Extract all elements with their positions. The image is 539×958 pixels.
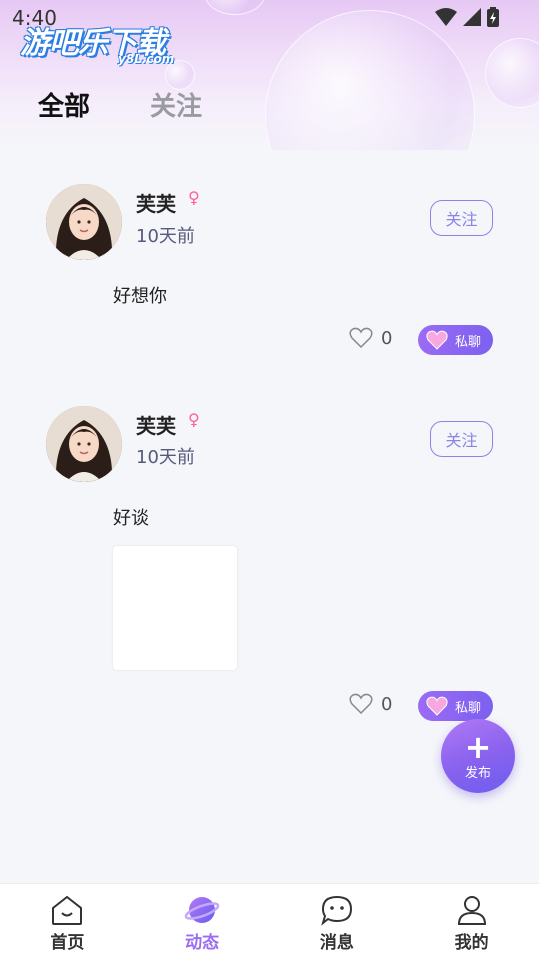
heart-outline-icon — [349, 327, 373, 349]
message-icon — [321, 895, 352, 926]
status-icons — [435, 7, 499, 27]
like-button[interactable]: 0 — [349, 327, 392, 349]
private-chat-button[interactable]: 私聊 — [418, 691, 493, 721]
chat-label: 私聊 — [454, 700, 481, 716]
planet-icon — [184, 897, 220, 923]
feed-tabs: 全部 关注 — [38, 86, 202, 123]
tab-all-label: 全部 — [38, 92, 91, 122]
heart-outline-icon — [349, 693, 373, 715]
post-time: 10天前 — [136, 226, 195, 247]
profile-icon — [457, 896, 486, 925]
like-count: 0 — [381, 327, 393, 349]
publish-label: 发布 — [464, 765, 491, 781]
avatar[interactable] — [46, 184, 122, 260]
follow-button[interactable]: 关注 — [430, 421, 493, 457]
post-content: 好想你 — [113, 286, 167, 307]
nav-profile[interactable]: 我的 — [404, 884, 539, 958]
like-count: 0 — [381, 693, 393, 715]
post-image[interactable] — [113, 546, 237, 670]
username[interactable]: 芙芙 — [136, 188, 176, 217]
username[interactable]: 芙芙 — [136, 410, 176, 439]
private-chat-button[interactable]: 私聊 — [418, 325, 493, 355]
bottom-navigation: 首页 动态 消息 我的 — [0, 883, 539, 958]
wifi-icon — [435, 8, 457, 26]
like-button[interactable]: 0 — [349, 693, 392, 715]
post-content: 好谈 — [113, 508, 149, 529]
nav-home-label: 首页 — [50, 933, 85, 953]
logo-subtext: y8L.com — [118, 52, 175, 66]
nav-messages-label: 消息 — [319, 933, 354, 953]
nav-feed[interactable]: 动态 — [135, 884, 270, 958]
avatar[interactable] — [46, 406, 122, 482]
tab-follow-label: 关注 — [150, 92, 203, 122]
tab-follow[interactable]: 关注 — [150, 86, 202, 123]
chat-label: 私聊 — [454, 334, 481, 350]
female-icon: ♀ — [188, 410, 200, 429]
battery-icon — [487, 7, 499, 27]
home-icon — [52, 895, 83, 925]
nav-messages[interactable]: 消息 — [270, 884, 405, 958]
heart-chat-icon — [426, 330, 448, 350]
heart-chat-icon — [426, 696, 448, 716]
nav-home[interactable]: 首页 — [0, 884, 135, 958]
tab-all[interactable]: 全部 — [38, 86, 90, 123]
follow-button[interactable]: 关注 — [430, 200, 493, 236]
nav-feed-label: 动态 — [185, 933, 220, 953]
nav-profile-label: 我的 — [454, 933, 489, 953]
signal-icon — [463, 8, 481, 26]
post-time: 10天前 — [136, 447, 195, 468]
brand-logo: 游吧乐下载 y8L.com — [20, 18, 174, 66]
plus-icon: + — [464, 727, 492, 766]
publish-button[interactable]: + 发布 — [441, 719, 515, 793]
female-icon: ♀ — [188, 188, 200, 207]
